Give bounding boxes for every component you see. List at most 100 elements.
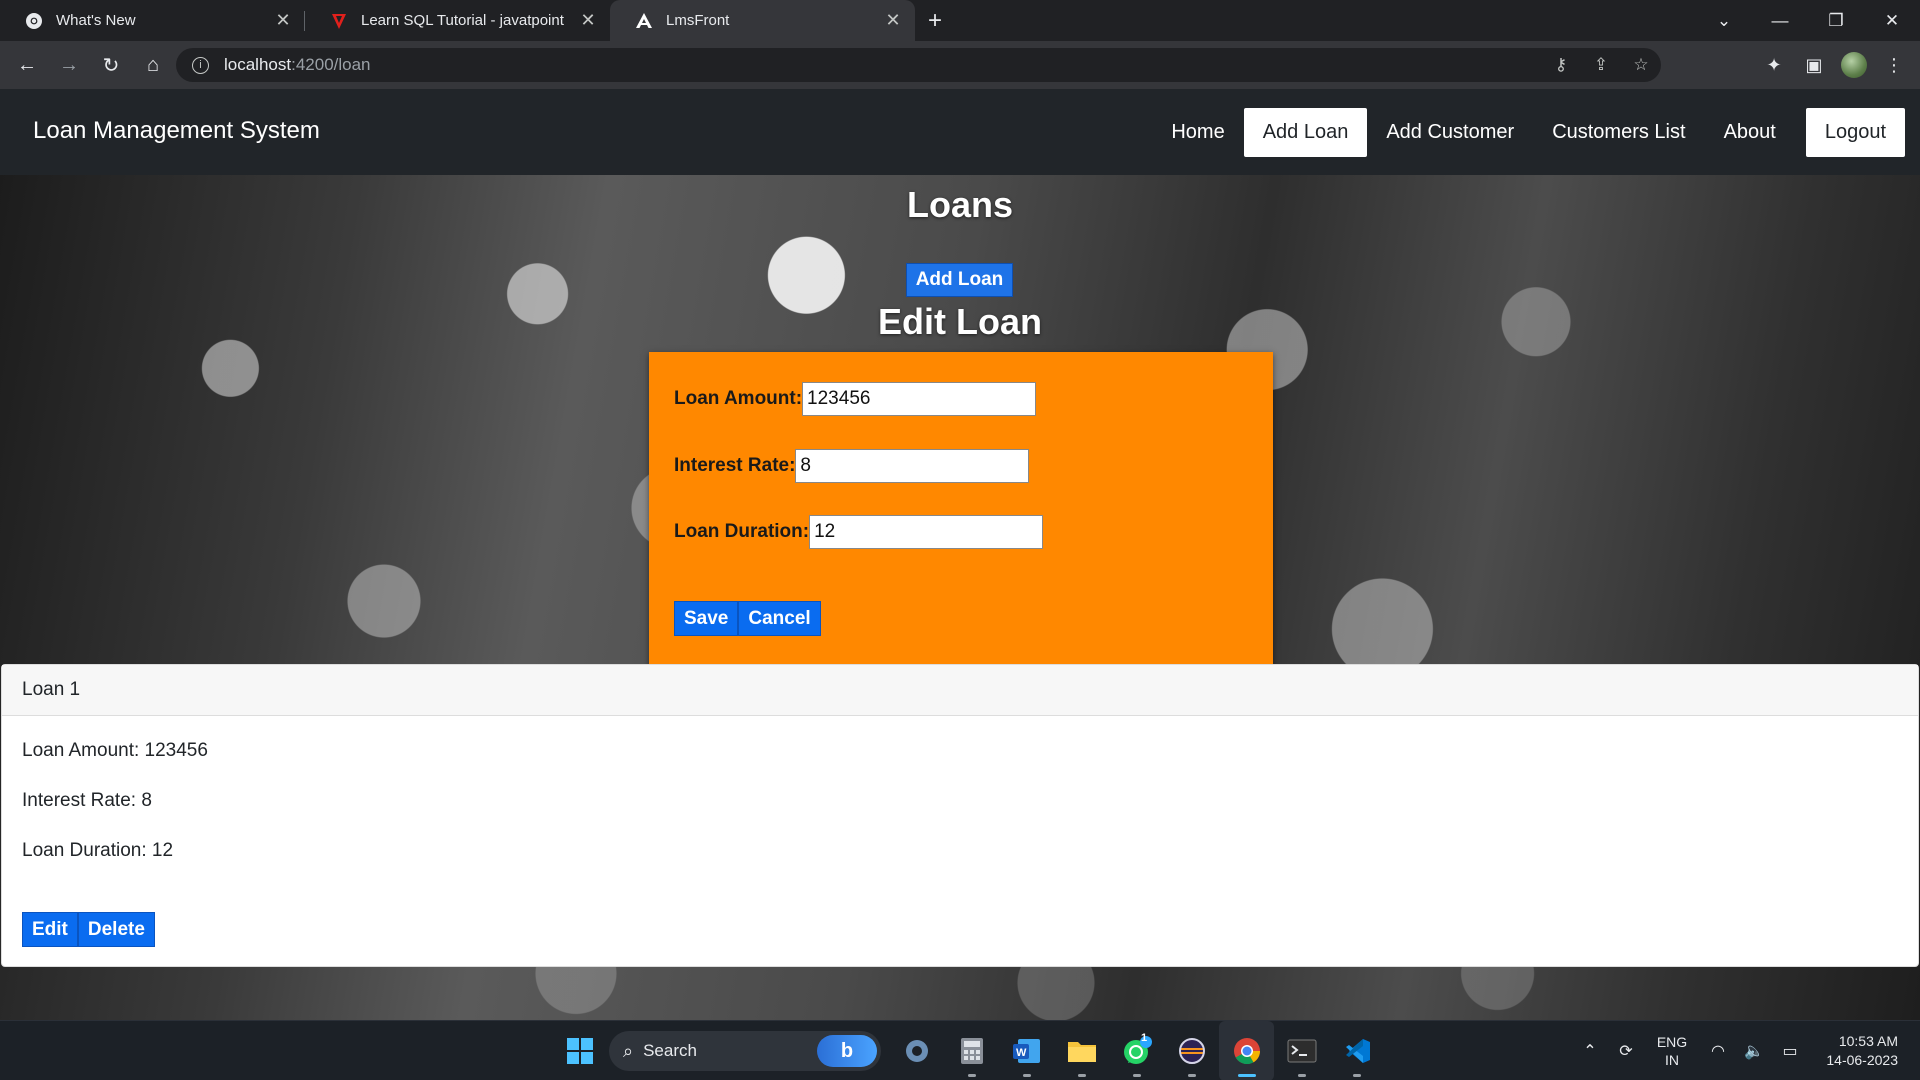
window-controls: ⌄ — ❐ ✕ [1696,0,1920,41]
system-tray: ⌃ ⟳ ENG IN ◠ 🔈 ▭ 10:53 AM 14-06-2023 [1572,1021,1920,1080]
loan-card-header: Loan 1 [2,665,1918,716]
loan-amount-input[interactable] [802,382,1037,416]
chrome-icon [24,11,44,31]
clock-date: 14-06-2023 [1826,1052,1898,1068]
word-app-icon[interactable]: W [999,1021,1054,1080]
restore-icon[interactable]: ❐ [1808,11,1864,31]
site-navbar: Loan Management System Home Add Loan Add… [0,89,1920,175]
start-button[interactable] [552,1021,607,1080]
nav-add-customer[interactable]: Add Customer [1367,108,1533,157]
loan-card: Loan 1 Loan Amount: 123456 Interest Rate… [1,664,1919,967]
amount-row: Loan Amount: [674,382,1037,416]
loan-amount-label: Loan Amount: [674,388,803,409]
edit-loan-title: Edit Loan [878,301,1042,342]
javatpoint-icon [329,11,349,31]
close-tab-icon[interactable]: ✕ [273,10,293,31]
tab-search-icon[interactable]: ⌄ [1696,11,1752,31]
sync-icon[interactable]: ⟳ [1608,1041,1644,1061]
page-title: Loans [906,184,1013,225]
address-bar[interactable]: i localhost:4200/loan ⚷ ⇪ ☆ [176,48,1661,82]
form-button-group: Save Cancel [674,601,821,636]
search-label: Search [643,1041,697,1060]
page-background: Loan Management System Home Add Loan Add… [0,89,1920,1020]
rate-row: Interest Rate: [674,449,1030,483]
lang-bottom: IN [1665,1052,1679,1068]
interest-rate-label: Interest Rate: [674,455,796,476]
back-icon[interactable]: ← [7,45,47,85]
extensions-icon[interactable]: ✦ [1754,55,1794,76]
whatsapp-badge: 1 [1141,1032,1148,1044]
site-info-icon[interactable]: i [192,56,209,74]
cancel-button[interactable]: Cancel [738,601,821,636]
calculator-app-icon[interactable] [944,1021,999,1080]
loan-card-amount: Loan Amount: 123456 [22,740,208,761]
browser-tab-bar: What's New ✕ Learn SQL Tutorial - javatp… [0,0,1920,41]
settings-app-icon[interactable] [889,1021,944,1080]
close-tab-icon[interactable]: ✕ [883,10,903,31]
chevron-up-icon[interactable]: ⌃ [1572,1041,1608,1061]
forward-icon[interactable]: → [49,45,89,85]
edit-loan-form: Loan Amount: Interest Rate: Loan Duratio… [649,352,1273,666]
tab-title: Learn SQL Tutorial - javatpoint [361,12,564,29]
bookmark-star-icon[interactable]: ☆ [1621,55,1661,75]
duration-row: Loan Duration: [674,515,1044,549]
url-host: localhost [224,55,292,74]
windows-logo-icon [566,1038,593,1064]
loan-card-rate: Interest Rate: 8 [22,790,152,811]
wifi-icon[interactable]: ◠ [1700,1041,1736,1061]
chrome-app-icon[interactable] [1219,1021,1274,1080]
angular-icon [634,11,654,31]
tab-title: What's New [56,12,136,29]
nav-home[interactable]: Home [1152,108,1243,157]
nav-add-loan[interactable]: Add Loan [1243,108,1368,157]
reload-icon[interactable]: ↻ [91,45,131,85]
loan-card-duration: Loan Duration: 12 [22,840,174,861]
volume-icon[interactable]: 🔈 [1736,1041,1772,1061]
tab-javatpoint[interactable]: Learn SQL Tutorial - javatpoint ✕ [305,0,610,41]
bing-icon[interactable]: b [817,1035,877,1067]
eclipse-app-icon[interactable] [1164,1021,1219,1080]
svg-text:W: W [1016,1047,1027,1059]
browser-toolbar: ← → ↻ ⌂ i localhost:4200/loan ⚷ ⇪ ☆ ✦ ▣ … [0,41,1920,89]
file-explorer-icon[interactable] [1054,1021,1109,1080]
save-button[interactable]: Save [674,601,739,636]
interest-rate-input[interactable] [795,449,1030,483]
side-panel-icon[interactable]: ▣ [1794,55,1834,76]
loan-duration-input[interactable] [809,515,1044,549]
key-icon[interactable]: ⚷ [1541,55,1581,75]
edit-button[interactable]: Edit [22,912,78,947]
url-path: :4200/loan [291,55,371,74]
home-icon[interactable]: ⌂ [133,45,173,85]
vscode-app-icon[interactable] [1329,1021,1384,1080]
nav-customers-list[interactable]: Customers List [1533,108,1704,157]
delete-button[interactable]: Delete [77,912,155,947]
battery-icon[interactable]: ▭ [1772,1041,1808,1061]
search-icon: ⌕ [623,1040,634,1061]
new-tab-button[interactable]: + [915,0,955,41]
clock[interactable]: 10:53 AM 14-06-2023 [1808,1032,1920,1070]
loan-card-buttons: Edit Delete [22,912,155,947]
close-tab-icon[interactable]: ✕ [578,10,598,31]
loan-duration-label: Loan Duration: [674,521,810,542]
terminal-app-icon[interactable] [1274,1021,1329,1080]
tab-lmsfront[interactable]: LmsFront ✕ [610,0,915,41]
clock-time: 10:53 AM [1838,1033,1898,1049]
lang-top: ENG [1656,1034,1688,1050]
share-icon[interactable]: ⇪ [1581,55,1621,75]
tab-whats-new[interactable]: What's New ✕ [0,0,305,41]
minimize-icon[interactable]: — [1752,11,1808,31]
language-indicator[interactable]: ENG IN [1644,1033,1700,1069]
taskbar-search[interactable]: ⌕ Search b [609,1031,881,1071]
nav-about[interactable]: About [1705,108,1795,157]
whatsapp-app-icon[interactable]: 1 [1109,1021,1164,1080]
tab-title: LmsFront [666,12,730,29]
menu-kebab-icon[interactable]: ⋮ [1874,55,1914,76]
add-loan-button[interactable]: Add Loan [906,263,1013,297]
close-window-icon[interactable]: ✕ [1864,11,1920,31]
taskbar-apps: ⌕ Search b W 1 [552,1021,1384,1080]
logout-button[interactable]: Logout [1805,108,1905,157]
nav-links: Home Add Loan Add Customer Customers Lis… [1152,108,1905,157]
windows-taskbar: ⌕ Search b W 1 ⌃ ⟳ ENG IN ◠ 🔈 ▭ 10:53 AM… [0,1020,1920,1080]
profile-avatar[interactable] [1841,52,1867,78]
brand-title[interactable]: Loan Management System [33,117,320,145]
